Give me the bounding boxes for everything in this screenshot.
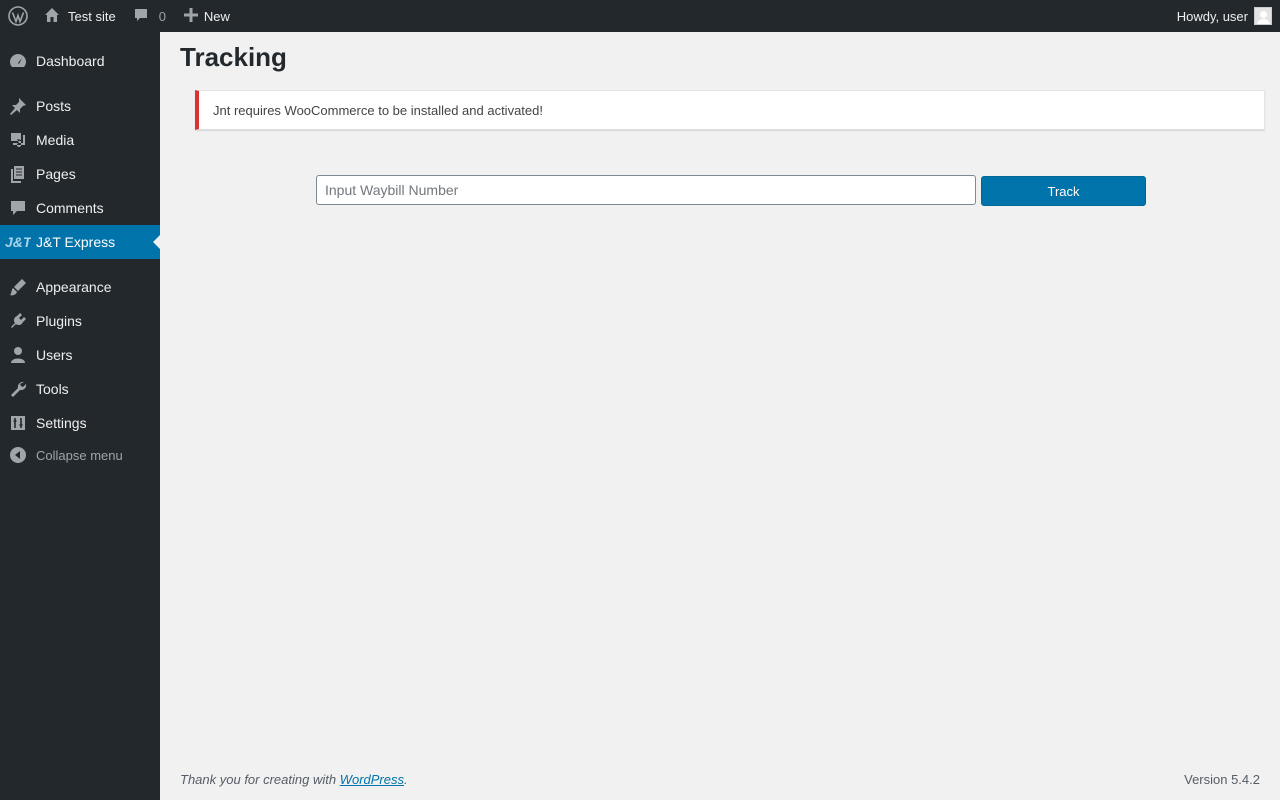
user-icon [0,345,36,365]
new-label: New [203,8,230,24]
sidebar-item-label: Tools [36,381,69,397]
sidebar-item-media[interactable]: Media [0,123,160,157]
my-account-link[interactable]: Howdy, user [1177,0,1272,32]
dashboard-icon [0,51,36,71]
plus-icon [183,7,198,25]
sidebar-item-label: Dashboard [36,53,105,69]
svg-text:J&T: J&T [5,234,31,250]
comments-count: 0 [158,8,166,24]
footer-thanks-suffix: . [404,772,408,787]
sidebar-item-users[interactable]: Users [0,338,160,372]
sidebar-item-comments[interactable]: Comments [0,191,160,225]
waybill-input[interactable] [316,175,976,205]
page-title: Tracking [180,42,287,72]
collapse-icon [0,446,36,464]
jt-logo-icon: J&T [0,234,36,250]
media-icon [0,130,36,150]
sidebar-item-label: Posts [36,98,72,114]
new-content-link[interactable]: New [166,0,230,32]
error-notice: Jnt requires WooCommerce to be installed… [195,90,1265,130]
wordpress-link[interactable]: WordPress [340,772,404,787]
admin-sidebar: Dashboard Posts Media Pages Comments J&T… [0,32,160,800]
sidebar-item-appearance[interactable]: Appearance [0,270,160,304]
settings-icon [0,413,36,433]
sidebar-item-settings[interactable]: Settings [0,406,160,440]
comment-icon [133,7,149,26]
comment-icon [0,198,36,218]
greeting-label: Howdy, user [1176,8,1248,24]
brush-icon [0,277,36,297]
site-name-label: Test site [68,8,116,24]
track-button[interactable]: Track [981,176,1146,206]
pages-icon [0,164,36,184]
comments-link[interactable]: 0 [116,0,166,32]
main-content: Tracking Jnt requires WooCommerce to be … [160,32,1280,800]
sidebar-item-plugins[interactable]: Plugins [0,304,160,338]
sidebar-item-label: Appearance [36,279,112,295]
sidebar-item-pages[interactable]: Pages [0,157,160,191]
footer-version: Version 5.4.2 [1184,772,1260,787]
sidebar-item-label: Plugins [36,313,82,329]
sidebar-item-posts[interactable]: Posts [0,89,160,123]
site-name-link[interactable]: Test site [34,0,116,32]
admin-bar: Test site 0 New Howdy, user [0,0,1280,32]
wrench-icon [0,379,36,399]
avatar [1254,7,1272,25]
sidebar-item-label: J&T Express [36,234,116,250]
sidebar-item-tools[interactable]: Tools [0,372,160,406]
wordpress-logo-icon[interactable] [2,0,34,32]
notice-text: Jnt requires WooCommerce to be installed… [213,102,543,118]
sidebar-item-label: Comments [36,200,104,216]
footer-thanks-prefix: Thank you for creating with [180,772,340,787]
plug-icon [0,311,36,331]
home-icon [44,7,60,26]
sidebar-item-label: Media [36,132,75,148]
footer-thanks: Thank you for creating with WordPress. [180,772,408,787]
sidebar-item-label: Pages [36,166,76,182]
pin-icon [0,96,36,116]
sidebar-item-label: Settings [36,415,87,431]
collapse-menu-label: Collapse menu [36,447,123,463]
collapse-menu-button[interactable]: Collapse menu [0,438,160,472]
sidebar-item-dashboard[interactable]: Dashboard [0,44,160,78]
sidebar-item-jt-express[interactable]: J&T J&T Express [0,225,160,259]
sidebar-item-label: Users [36,347,73,363]
